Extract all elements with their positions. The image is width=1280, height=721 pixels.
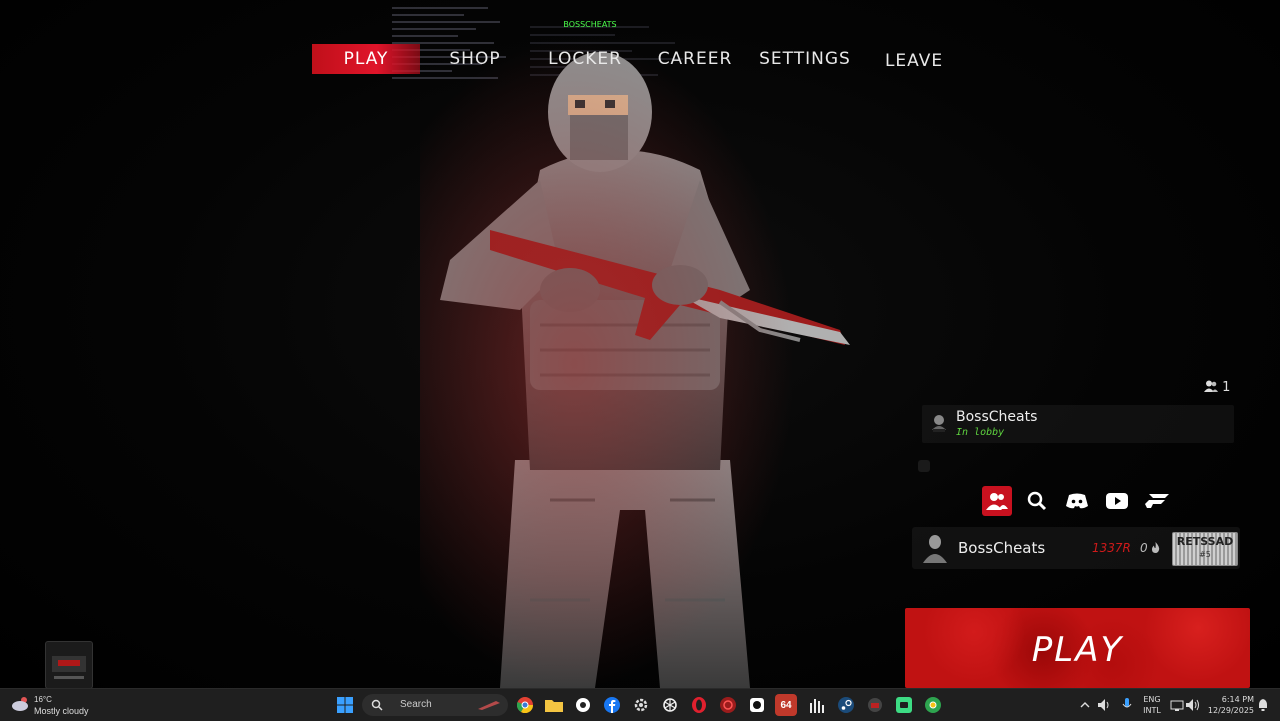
rank-badge-title: RETSSAD (1176, 535, 1234, 548)
rank-badge-sub: #5 (1199, 550, 1211, 559)
party-icon (1204, 380, 1218, 392)
play-button[interactable]: PLAY (905, 608, 1250, 688)
search-icon (371, 699, 383, 711)
app-icon-1[interactable] (572, 694, 594, 716)
speaker-icon[interactable] (1094, 694, 1116, 716)
windows-start-icon[interactable] (334, 694, 356, 716)
social-toolbar (982, 486, 1178, 516)
player-name-tag: BOSSCHEATS (563, 20, 617, 29)
taskbar-search[interactable]: Search (362, 694, 508, 716)
app-icon-2[interactable] (746, 694, 768, 716)
cloud-icon (12, 697, 28, 711)
microphone-icon[interactable] (1116, 694, 1138, 716)
opera-icon[interactable] (688, 694, 710, 716)
friend-avatar (932, 415, 946, 432)
search-icon[interactable] (1022, 486, 1052, 516)
red-app-icon[interactable] (717, 694, 739, 716)
app-64-icon[interactable]: 64 (775, 694, 797, 716)
app-thumbnail[interactable] (45, 641, 93, 689)
chrome-canary-icon[interactable] (922, 694, 944, 716)
game-app-icon[interactable] (864, 694, 886, 716)
player-character-model[interactable] (420, 40, 860, 688)
clock-time[interactable]: 6:14 PM (1204, 695, 1254, 704)
player-rating: 1337R (1092, 541, 1131, 555)
weather-desc: Mostly cloudy (34, 706, 89, 716)
audio-levels-icon[interactable] (806, 694, 828, 716)
windows-taskbar: 16°C Mostly cloudy Search 64 ENG INTL 6:… (0, 688, 1280, 721)
collapse-handle[interactable] (918, 460, 930, 472)
lang-bottom[interactable]: INTL (1140, 706, 1164, 715)
party-count-value: 1 (1222, 380, 1231, 395)
android-app-icon[interactable] (893, 694, 915, 716)
search-highlight-icon (478, 701, 500, 710)
chrome-icon[interactable] (514, 694, 536, 716)
steam-icon[interactable] (835, 694, 857, 716)
nav-play[interactable]: PLAY (312, 44, 420, 74)
nav-leave[interactable]: LEAVE (878, 46, 950, 76)
search-label: Search (400, 699, 432, 710)
chevron-up-icon[interactable] (1074, 694, 1096, 716)
nav-career[interactable]: CAREER (654, 44, 736, 74)
nav-shop[interactable]: SHOP (436, 44, 514, 74)
thumbnail-preview-icon (52, 656, 86, 679)
weather-temp: 16°C (34, 695, 52, 704)
settings-gear-icon[interactable] (630, 694, 652, 716)
app-64-label: 64 (780, 699, 792, 711)
rank-badge[interactable]: RETSSAD #5 (1172, 532, 1238, 566)
friend-name: BossCheats (956, 409, 1038, 425)
friends-icon[interactable] (982, 486, 1012, 516)
brand-icon[interactable] (1142, 486, 1172, 516)
friend-list-item[interactable]: BossCheats In lobby (922, 405, 1234, 443)
player-card[interactable]: BossCheats 1337R 0 RETSSAD #5 (912, 527, 1240, 569)
nav-locker[interactable]: LOCKER (544, 44, 626, 74)
facebook-icon[interactable] (601, 694, 623, 716)
nav-settings[interactable]: SETTINGS (756, 44, 854, 74)
flame-icon (1152, 542, 1160, 553)
player-avatar (923, 535, 947, 563)
weather-widget[interactable]: 16°C Mostly cloudy (12, 693, 112, 717)
volume-icon[interactable] (1182, 694, 1204, 716)
main-nav: PLAY SHOP LOCKER CAREER SETTINGS LEAVE (0, 44, 1280, 76)
player-streak-value: 0 (1140, 541, 1148, 555)
game-viewport (0, 0, 1280, 688)
lang-top[interactable]: ENG (1140, 695, 1164, 704)
file-explorer-icon[interactable] (543, 694, 565, 716)
youtube-icon[interactable] (1102, 486, 1132, 516)
clock-date[interactable]: 12/29/2025 (1204, 706, 1254, 715)
openai-icon[interactable] (659, 694, 681, 716)
discord-icon[interactable] (1062, 486, 1092, 516)
party-count[interactable]: 1 (1204, 380, 1230, 395)
player-name: BossCheats (958, 539, 1046, 557)
friend-status: In lobby (956, 427, 1005, 438)
player-streak: 0 (1140, 541, 1160, 555)
notification-bell-icon[interactable] (1252, 694, 1274, 716)
play-button-label: PLAY (1031, 630, 1124, 670)
